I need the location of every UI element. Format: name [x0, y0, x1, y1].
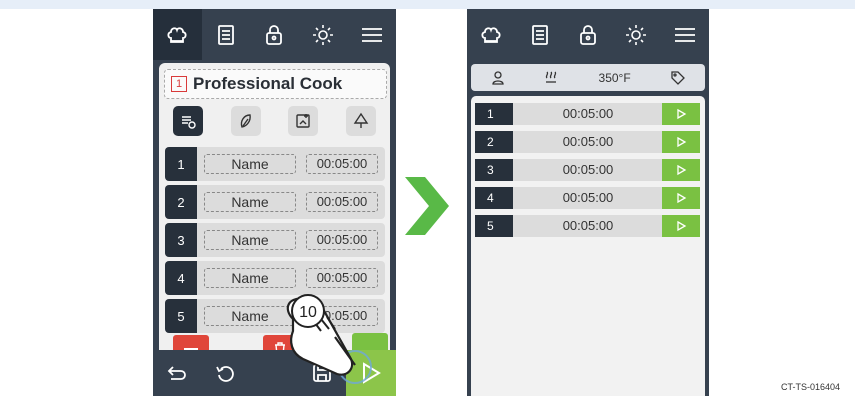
step-time-field[interactable]: 00:05:00 [306, 230, 378, 250]
step-name-field[interactable]: Name [204, 230, 296, 250]
brightness-tab[interactable] [299, 9, 348, 60]
right-screen: 350°F 1 00:05:00 2 00:05:00 3 00:05:00 4… [467, 9, 709, 396]
tree-icon [353, 112, 369, 128]
step-time-field[interactable]: 00:05:00 [306, 154, 378, 174]
lock-tab[interactable] [564, 9, 612, 60]
chef-hat-tab[interactable] [153, 9, 202, 60]
undo-icon[interactable] [213, 361, 237, 385]
left-topbar [153, 9, 396, 60]
program-number: 1 [171, 76, 187, 92]
step-play-button[interactable] [662, 159, 700, 181]
step-number: 2 [475, 131, 513, 153]
brightness-icon [626, 24, 647, 45]
step-play-button[interactable] [662, 131, 700, 153]
step-play-button[interactable] [662, 103, 700, 125]
menu-icon [361, 27, 382, 42]
program-steps-card: 1 00:05:00 2 00:05:00 3 00:05:00 4 00:05… [471, 96, 705, 396]
menu-tab[interactable] [347, 9, 396, 60]
step-number: 2 [165, 185, 197, 219]
step-number: 3 [475, 159, 513, 181]
brightness-tab[interactable] [612, 9, 660, 60]
leaf-button[interactable] [230, 106, 261, 136]
step-number: 4 [475, 187, 513, 209]
heat-cell[interactable] [524, 70, 577, 86]
recipe-icon [181, 116, 196, 129]
lock-tab[interactable] [250, 9, 299, 60]
program-info-bar: 350°F [471, 64, 705, 91]
step-row[interactable]: 4 00:05:00 [475, 187, 700, 209]
step-name-field[interactable]: Name [204, 192, 296, 212]
play-icon [677, 136, 687, 148]
step-row[interactable]: 3 00:05:00 [475, 159, 700, 181]
play-icon [677, 192, 687, 204]
step-row[interactable]: 1 00:05:00 [475, 103, 700, 125]
tool-icon-row [159, 106, 390, 136]
recipe-button[interactable] [172, 106, 203, 136]
play-icon [677, 164, 687, 176]
step-time-field[interactable]: 00:05:00 [306, 192, 378, 212]
step-play-button[interactable] [662, 215, 700, 237]
step-row[interactable]: 5 00:05:00 [475, 215, 700, 237]
left-screen: 1 Professional Cook 1 Name 00:05:00 2 Na [153, 9, 396, 396]
right-topbar [467, 9, 709, 60]
step-time: 00:05:00 [562, 106, 614, 121]
step-number: 1 [165, 147, 197, 181]
step-time: 00:05:00 [562, 190, 614, 205]
back-icon[interactable] [165, 361, 189, 385]
step-play-button[interactable] [662, 187, 700, 209]
transition-arrow-icon [405, 177, 449, 235]
step-time: 00:05:00 [562, 162, 614, 177]
user-icon [491, 70, 504, 85]
program-title: Professional Cook [193, 74, 343, 93]
image-icon [296, 114, 311, 128]
page-top-strip [0, 0, 855, 9]
play-icon [677, 220, 687, 232]
chef-hat-icon [167, 26, 187, 43]
tag-icon [671, 70, 686, 85]
pointing-hand-icon: 10 [286, 294, 372, 384]
lock-icon [580, 24, 596, 45]
step-row[interactable]: 2 Name 00:05:00 [165, 185, 385, 219]
brightness-icon [313, 24, 334, 45]
step-time: 00:05:00 [562, 134, 614, 149]
leaf-icon [240, 114, 251, 128]
notes-icon [531, 24, 548, 45]
menu-tab[interactable] [661, 9, 709, 60]
play-icon [677, 108, 687, 120]
step-name-field[interactable]: Name [204, 154, 296, 174]
user-cell[interactable] [471, 70, 524, 86]
callout-number: 10 [299, 304, 317, 321]
notes-tab[interactable] [202, 9, 251, 60]
figure-code: CT-TS-016404 [781, 382, 841, 392]
chef-hat-tab[interactable] [467, 9, 515, 60]
step-row[interactable]: 3 Name 00:05:00 [165, 223, 385, 257]
step-number: 4 [165, 261, 197, 295]
step-row[interactable]: 2 00:05:00 [475, 131, 700, 153]
menu-icon [674, 27, 695, 42]
lock-icon [266, 24, 283, 45]
heat-icon [545, 71, 556, 83]
step-time: 00:05:00 [562, 218, 614, 233]
step-number: 5 [165, 299, 197, 333]
notes-tab[interactable] [515, 9, 563, 60]
step-number: 1 [475, 103, 513, 125]
notes-icon [217, 24, 234, 45]
step-row[interactable]: 1 Name 00:05:00 [165, 147, 385, 181]
tag-cell[interactable] [652, 70, 705, 86]
step-number: 5 [475, 215, 513, 237]
image-button[interactable] [288, 106, 319, 136]
program-title-field[interactable]: 1 Professional Cook [164, 69, 387, 99]
step-number: 3 [165, 223, 197, 257]
tree-button[interactable] [346, 106, 377, 136]
chef-hat-icon [481, 26, 501, 43]
temperature-value: 350°F [598, 70, 631, 85]
